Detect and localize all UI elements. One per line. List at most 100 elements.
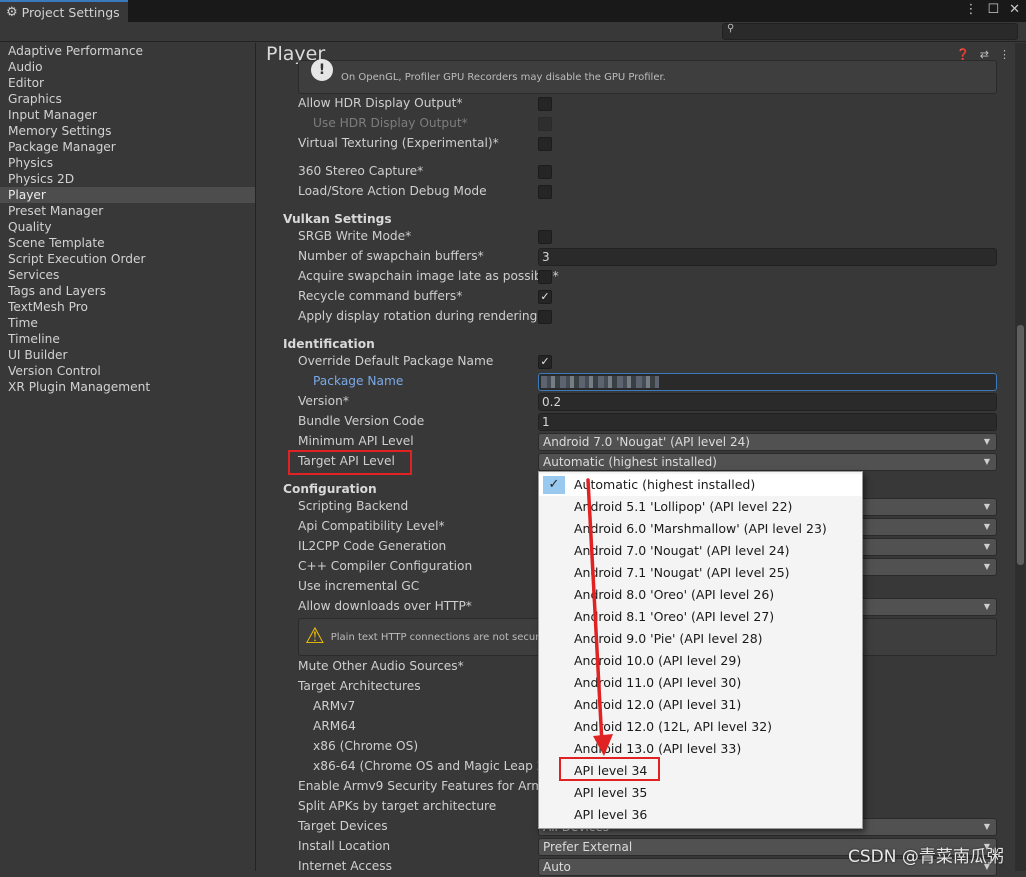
sidebar-item-scene-template[interactable]: Scene Template bbox=[0, 235, 255, 251]
sidebar-item-input-manager[interactable]: Input Manager bbox=[0, 107, 255, 123]
sidebar-item-services[interactable]: Services bbox=[0, 267, 255, 283]
close-icon[interactable]: ✕ bbox=[1009, 2, 1020, 17]
internet-access-value: Auto bbox=[543, 860, 571, 874]
sidebar-item-version-control[interactable]: Version Control bbox=[0, 363, 255, 379]
loadstore-checkbox[interactable] bbox=[538, 185, 552, 199]
stereo360-label: 360 Stereo Capture* bbox=[298, 164, 424, 178]
more-icon[interactable]: ⋮ bbox=[999, 48, 1010, 61]
chevron-down-icon: ▼ bbox=[983, 602, 990, 611]
stereo360-row: 360 Stereo Capture* bbox=[283, 162, 997, 182]
override-pkg-checkbox[interactable]: ✓ bbox=[538, 355, 552, 369]
sidebar-item-ui-builder[interactable]: UI Builder bbox=[0, 347, 255, 363]
use-hdr-label: Use HDR Display Output* bbox=[313, 116, 468, 130]
allow-hdr-checkbox[interactable] bbox=[538, 97, 552, 111]
sidebar-item-graphics[interactable]: Graphics bbox=[0, 91, 255, 107]
version-field[interactable]: 0.2 bbox=[538, 393, 997, 411]
target-api-value: Automatic (highest installed) bbox=[543, 455, 717, 469]
warning-icon: ⚠ bbox=[305, 624, 325, 649]
maximize-icon[interactable]: ☐ bbox=[987, 2, 999, 17]
x86-label: x86 (Chrome OS) bbox=[313, 739, 419, 753]
popup-item-api-36[interactable]: API level 36 bbox=[539, 804, 862, 826]
swapchain-label: Number of swapchain buffers* bbox=[298, 249, 484, 263]
allow-hdr-label: Allow HDR Display Output* bbox=[298, 96, 463, 110]
x86-64-label: x86-64 (Chrome OS and Magic Leap 2) bbox=[313, 759, 550, 773]
srgb-checkbox[interactable] bbox=[538, 230, 552, 244]
recycle-row: Recycle command buffers* ✓ bbox=[283, 287, 997, 307]
sidebar-item-adaptive-performance[interactable]: Adaptive Performance bbox=[0, 43, 255, 59]
scrollbar-thumb[interactable] bbox=[1017, 325, 1024, 565]
sidebar-item-textmesh-pro[interactable]: TextMesh Pro bbox=[0, 299, 255, 315]
popup-item-api-35[interactable]: API level 35 bbox=[539, 782, 862, 804]
recycle-checkbox[interactable]: ✓ bbox=[538, 290, 552, 304]
virtual-texturing-checkbox[interactable] bbox=[538, 137, 552, 151]
chevron-down-icon: ▼ bbox=[983, 502, 990, 511]
window-title: Project Settings bbox=[21, 5, 120, 20]
popup-item-api-24[interactable]: Android 7.0 'Nougat' (API level 24) bbox=[539, 540, 862, 562]
scripting-backend-label: Scripting Backend bbox=[298, 499, 409, 513]
version-label: Version* bbox=[298, 394, 349, 408]
sidebar-item-script-execution-order[interactable]: Script Execution Order bbox=[0, 251, 255, 267]
opengl-help-text: On OpenGL, Profiler GPU Recorders may di… bbox=[341, 71, 666, 83]
min-api-label: Minimum API Level bbox=[298, 434, 414, 448]
sidebar-item-time[interactable]: Time bbox=[0, 315, 255, 331]
sidebar-item-physics[interactable]: Physics bbox=[0, 155, 255, 171]
sidebar-item-package-manager[interactable]: Package Manager bbox=[0, 139, 255, 155]
min-api-dropdown[interactable]: Android 7.0 'Nougat' (API level 24) ▼ bbox=[538, 433, 997, 451]
http-warning-text: Plain text HTTP connections are not secu… bbox=[330, 631, 546, 643]
virtual-texturing-row: Virtual Texturing (Experimental)* bbox=[283, 134, 997, 154]
popup-item-automatic[interactable]: ✓ Automatic (highest installed) bbox=[539, 474, 862, 496]
sidebar: Adaptive Performance Audio Editor Graphi… bbox=[0, 43, 256, 871]
chevron-down-icon: ▼ bbox=[983, 562, 990, 571]
chevron-down-icon: ▼ bbox=[983, 437, 990, 446]
sidebar-item-audio[interactable]: Audio bbox=[0, 59, 255, 75]
package-name-row: Package Name bbox=[283, 372, 997, 392]
virtual-texturing-label: Virtual Texturing (Experimental)* bbox=[298, 136, 499, 150]
package-name-field[interactable] bbox=[538, 373, 997, 391]
vertical-scrollbar[interactable] bbox=[1015, 43, 1026, 871]
swapchain-field[interactable]: 3 bbox=[538, 248, 997, 266]
incremental-gc-label: Use incremental GC bbox=[298, 579, 420, 593]
popup-item-api-22[interactable]: Android 5.1 'Lollipop' (API level 22) bbox=[539, 496, 862, 518]
min-api-row: Minimum API Level Android 7.0 'Nougat' (… bbox=[283, 432, 997, 452]
recycle-label: Recycle command buffers* bbox=[298, 289, 463, 303]
sidebar-item-player[interactable]: Player bbox=[0, 187, 255, 203]
sidebar-item-tags-and-layers[interactable]: Tags and Layers bbox=[0, 283, 255, 299]
search-row: ⚲ bbox=[0, 22, 1026, 42]
sidebar-item-physics-2d[interactable]: Physics 2D bbox=[0, 171, 255, 187]
popup-item-api-23[interactable]: Android 6.0 'Marshmallow' (API level 23) bbox=[539, 518, 862, 540]
popup-item-api-30[interactable]: Android 11.0 (API level 30) bbox=[539, 672, 862, 694]
bundle-label: Bundle Version Code bbox=[298, 414, 425, 428]
popup-item-api-25[interactable]: Android 7.1 'Nougat' (API level 25) bbox=[539, 562, 862, 584]
search-input[interactable]: ⚲ bbox=[722, 23, 1018, 40]
chevron-down-icon: ▼ bbox=[983, 522, 990, 531]
watermark: CSDN @青菜南瓜粥 bbox=[848, 847, 1004, 867]
override-pkg-row: Override Default Package Name ✓ bbox=[283, 352, 997, 372]
title-bar: ⚙ Project Settings ⋮ ☐ ✕ bbox=[0, 0, 1026, 23]
sidebar-item-memory-settings[interactable]: Memory Settings bbox=[0, 123, 255, 139]
annotation-highlight-target-api bbox=[288, 450, 412, 475]
srgb-label: SRGB Write Mode* bbox=[298, 229, 412, 243]
popup-item-api-31[interactable]: Android 12.0 (API level 31) bbox=[539, 694, 862, 716]
stereo360-checkbox[interactable] bbox=[538, 165, 552, 179]
configuration-heading: Configuration bbox=[283, 482, 377, 496]
sidebar-item-preset-manager[interactable]: Preset Manager bbox=[0, 203, 255, 219]
identification-heading: Identification bbox=[283, 337, 375, 351]
sidebar-item-timeline[interactable]: Timeline bbox=[0, 331, 255, 347]
window-tab[interactable]: ⚙ Project Settings bbox=[0, 0, 128, 23]
popup-item-api-27[interactable]: Android 8.1 'Oreo' (API level 27) bbox=[539, 606, 862, 628]
target-api-dropdown[interactable]: Automatic (highest installed) ▼ bbox=[538, 453, 997, 471]
more-icon[interactable]: ⋮ bbox=[964, 2, 977, 17]
bundle-field[interactable]: 1 bbox=[538, 413, 997, 431]
popup-item-api-29[interactable]: Android 10.0 (API level 29) bbox=[539, 650, 862, 672]
rotation-checkbox[interactable] bbox=[538, 310, 552, 324]
sidebar-item-quality[interactable]: Quality bbox=[0, 219, 255, 235]
popup-item-api-32[interactable]: Android 12.0 (12L, API level 32) bbox=[539, 716, 862, 738]
acquire-checkbox[interactable] bbox=[538, 270, 552, 284]
sidebar-item-editor[interactable]: Editor bbox=[0, 75, 255, 91]
split-apks-label: Split APKs by target architecture bbox=[298, 799, 497, 813]
sidebar-item-xr-plugin-management[interactable]: XR Plugin Management bbox=[0, 379, 255, 395]
annotation-highlight-api-34 bbox=[559, 757, 660, 781]
popup-item-api-26[interactable]: Android 8.0 'Oreo' (API level 26) bbox=[539, 584, 862, 606]
il2cpp-label: IL2CPP Code Generation bbox=[298, 539, 447, 553]
popup-item-api-28[interactable]: Android 9.0 'Pie' (API level 28) bbox=[539, 628, 862, 650]
